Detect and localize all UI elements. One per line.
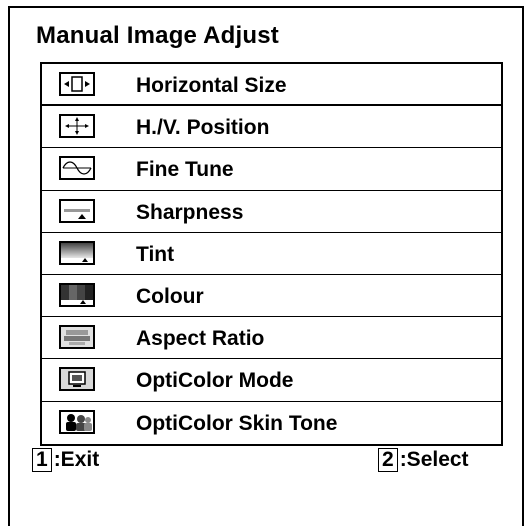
exit-hint[interactable]: 1:Exit [32, 448, 99, 472]
menu-item-label: Fine Tune [136, 158, 234, 182]
menu-item-colour[interactable]: Colour [42, 275, 501, 318]
position-arrows-icon [59, 114, 95, 139]
menu-item-label: Aspect Ratio [136, 327, 265, 351]
menu-item-label: Colour [136, 284, 204, 308]
menu-item-opticolor-mode[interactable]: OptiColor Mode [42, 359, 501, 402]
menu-item-label: H./V. Position [136, 116, 270, 140]
menu-item-hv-position[interactable]: H./V. Position [42, 106, 501, 149]
select-key[interactable]: 2 [378, 448, 398, 472]
menu-list: Horizontal Size H./V. Position Fine Tune [40, 62, 503, 446]
menu-item-opticolor-skin-tone[interactable]: OptiColor Skin Tone [42, 402, 501, 444]
monitor-icon [59, 367, 95, 392]
select-label: :Select [399, 448, 469, 471]
horizontal-size-icon [59, 72, 95, 96]
sharpness-icon [59, 198, 95, 223]
skin-tone-icon [59, 409, 95, 434]
exit-label: :Exit [53, 448, 100, 471]
menu-item-label: Sharpness [136, 200, 244, 224]
menu-item-tint[interactable]: Tint [42, 233, 501, 275]
aspect-ratio-icon [59, 325, 95, 350]
menu-item-label: Horizontal Size [136, 74, 287, 97]
menu-item-label: OptiColor Skin Tone [136, 411, 338, 435]
menu-item-label: Tint [136, 242, 175, 266]
exit-key[interactable]: 1 [32, 448, 52, 472]
select-hint[interactable]: 2:Select [378, 448, 469, 472]
menu-item-sharpness[interactable]: Sharpness [42, 191, 501, 233]
tint-gradient-icon [59, 240, 95, 265]
menu-item-fine-tune[interactable]: Fine Tune [42, 148, 501, 191]
sine-wave-icon [59, 156, 95, 181]
colour-bars-icon [59, 282, 95, 307]
menu-item-horizontal-size[interactable]: Horizontal Size [42, 64, 501, 107]
menu-title: Manual Image Adjust [36, 22, 279, 49]
menu-item-aspect-ratio[interactable]: Aspect Ratio [42, 317, 501, 360]
menu-item-label: OptiColor Mode [136, 369, 294, 393]
